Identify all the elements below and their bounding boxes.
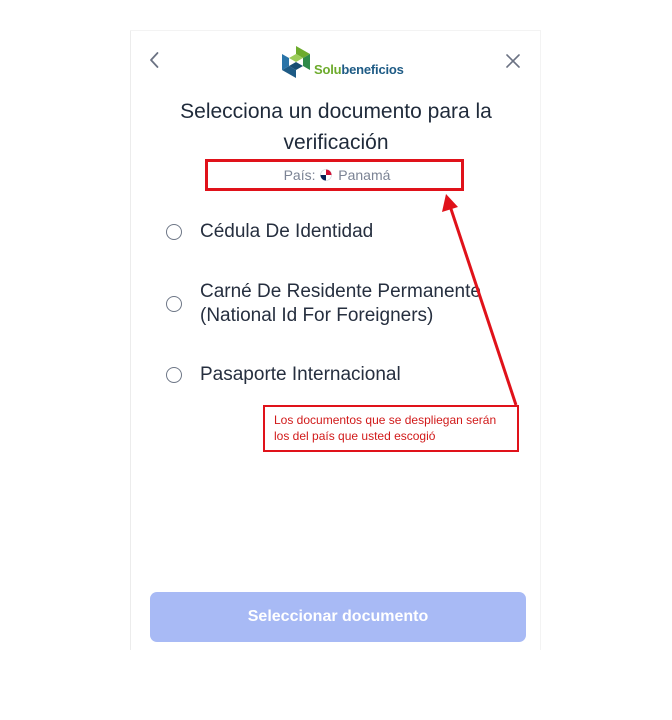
logo-mark-icon <box>282 46 310 78</box>
document-option-label: Pasaporte Internacional <box>200 364 401 385</box>
radio-button[interactable] <box>166 296 182 312</box>
annotation-callout: Los documentos que se despliegan serán l… <box>263 405 519 452</box>
dialog-left-border <box>130 30 131 650</box>
page-title: Selecciona un documento para la verifica… <box>180 100 492 154</box>
country-highlight-box <box>205 159 464 191</box>
radio-button[interactable] <box>166 224 182 240</box>
close-button[interactable] <box>504 52 522 70</box>
brand-logo: Solubeneficios <box>279 44 404 80</box>
close-icon <box>506 54 520 68</box>
document-option-label: Carné De Residente Permanente (National … <box>200 281 481 326</box>
chevron-left-icon <box>150 52 159 68</box>
document-option-cedula[interactable]: Cédula De Identidad <box>166 220 373 244</box>
dialog-top-border <box>130 30 540 31</box>
brand-name: Solubeneficios <box>314 61 404 77</box>
document-option-pasaporte[interactable]: Pasaporte Internacional <box>166 363 401 387</box>
radio-button[interactable] <box>166 367 182 383</box>
back-button[interactable] <box>145 50 165 70</box>
dialog-right-border <box>540 30 541 650</box>
document-option-carne[interactable]: Carné De Residente Permanente (National … <box>166 280 490 328</box>
select-document-button[interactable]: Seleccionar documento <box>150 592 526 642</box>
document-option-label: Cédula De Identidad <box>200 221 374 242</box>
